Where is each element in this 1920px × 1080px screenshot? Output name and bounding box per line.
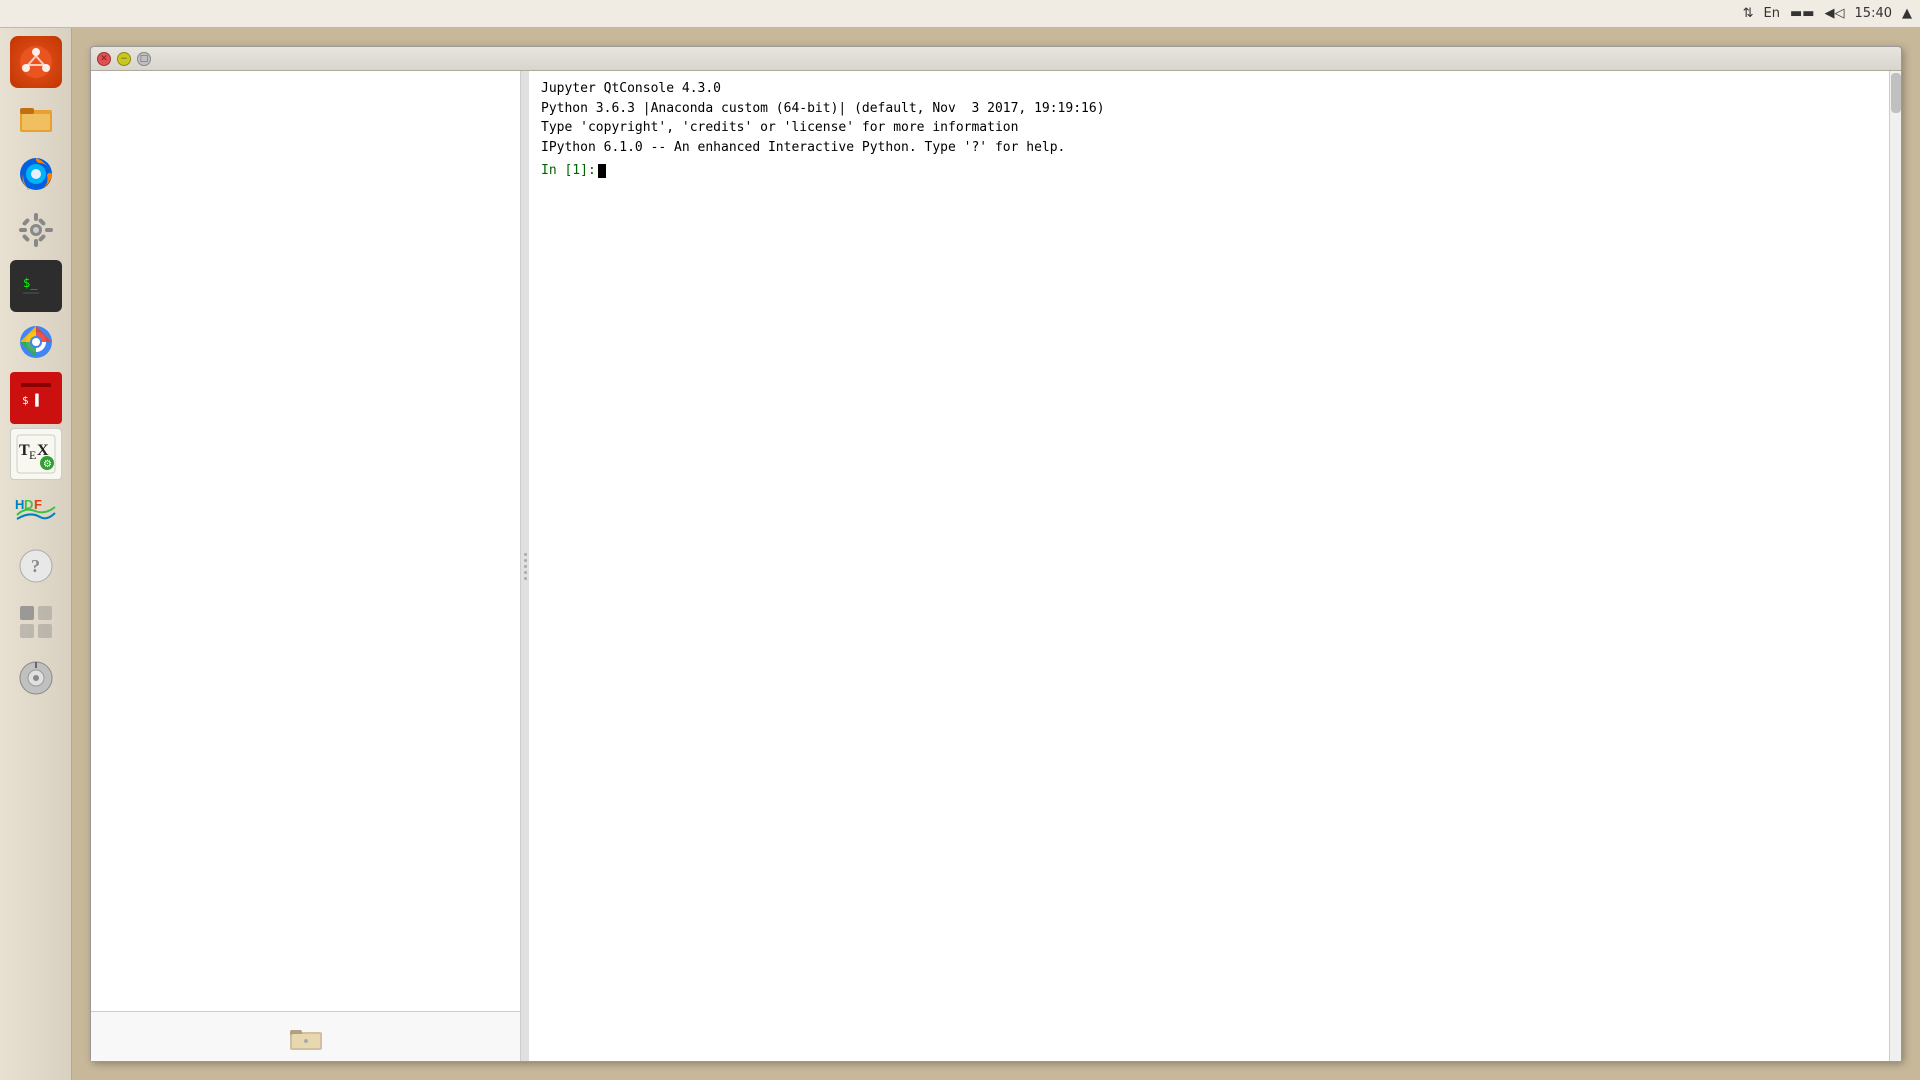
window-titlebar: ✕ − □ xyxy=(91,47,1901,71)
console-line-1: Jupyter QtConsole 4.3.0 xyxy=(541,79,1889,99)
dock: $_ $ ▌ T E X ⚙ xyxy=(0,28,72,1080)
svg-text:?: ? xyxy=(31,556,40,576)
maximize-button[interactable]: □ xyxy=(137,52,151,66)
dock-icon-chrome[interactable] xyxy=(10,316,62,368)
console-output[interactable]: Jupyter QtConsole 4.3.0 Python 3.6.3 |An… xyxy=(529,71,1901,1061)
dock-icon-hdf[interactable]: H D F xyxy=(10,484,62,536)
left-panel-bottom xyxy=(91,1011,520,1061)
topbar: ⇅ En ▬▬ ◀◁ 15:40 ▲ xyxy=(0,0,1920,28)
minimize-button[interactable]: − xyxy=(117,52,131,66)
dock-icon-files[interactable] xyxy=(10,92,62,144)
folder-icon xyxy=(288,1022,324,1052)
prompt-line[interactable]: In [1]: xyxy=(541,161,1889,181)
console-line-4: IPython 6.1.0 -- An enhanced Interactive… xyxy=(541,138,1889,158)
main-area: ✕ − □ xyxy=(72,28,1920,1080)
scrollbar[interactable] xyxy=(1889,71,1901,1061)
console-line-3: Type 'copyright', 'credits' or 'license'… xyxy=(541,118,1889,138)
jupyter-window: ✕ − □ xyxy=(90,46,1902,1062)
splitter-handle xyxy=(524,553,527,580)
dock-icon-terminal[interactable]: $_ xyxy=(10,260,62,312)
dock-icon-firefox[interactable] xyxy=(10,148,62,200)
svg-text:E: E xyxy=(29,448,36,462)
console-line-2: Python 3.6.3 |Anaconda custom (64-bit)| … xyxy=(541,99,1889,119)
svg-text:F: F xyxy=(34,497,42,512)
left-panel xyxy=(91,71,521,1061)
keyboard-indicator[interactable]: ⇅ xyxy=(1743,6,1754,21)
svg-text:$ ▌: $ ▌ xyxy=(22,393,42,407)
close-button[interactable]: ✕ xyxy=(97,52,111,66)
cursor xyxy=(598,164,606,178)
splitter[interactable] xyxy=(521,71,529,1061)
left-panel-content xyxy=(91,71,520,1011)
console-panel[interactable]: Jupyter QtConsole 4.3.0 Python 3.6.3 |An… xyxy=(529,71,1901,1061)
svg-text:$_: $_ xyxy=(23,276,38,290)
dock-icon-redterm[interactable]: $ ▌ xyxy=(10,372,62,424)
volume-icon[interactable]: ◀◁ xyxy=(1825,6,1845,21)
svg-text:⚙: ⚙ xyxy=(43,459,52,470)
dock-icon-workspace[interactable] xyxy=(10,596,62,648)
dock-icon-tex[interactable]: T E X ⚙ xyxy=(10,428,62,480)
dock-icon-help[interactable]: ? xyxy=(10,540,62,592)
dock-icon-disk[interactable] xyxy=(10,652,62,704)
scrollbar-thumb[interactable] xyxy=(1891,73,1901,113)
battery-icon: ▬▬ xyxy=(1790,6,1815,21)
expand-icon[interactable]: ▲ xyxy=(1902,6,1912,21)
prompt-text: In [1]: xyxy=(541,161,596,181)
dock-icon-ubuntu[interactable] xyxy=(10,36,62,88)
topbar-right: ⇅ En ▬▬ ◀◁ 15:40 ▲ xyxy=(1743,6,1912,21)
language-indicator[interactable]: En xyxy=(1764,6,1780,21)
clock: 15:40 xyxy=(1855,6,1892,21)
window-body: Jupyter QtConsole 4.3.0 Python 3.6.3 |An… xyxy=(91,71,1901,1061)
dock-icon-settings[interactable] xyxy=(10,204,62,256)
